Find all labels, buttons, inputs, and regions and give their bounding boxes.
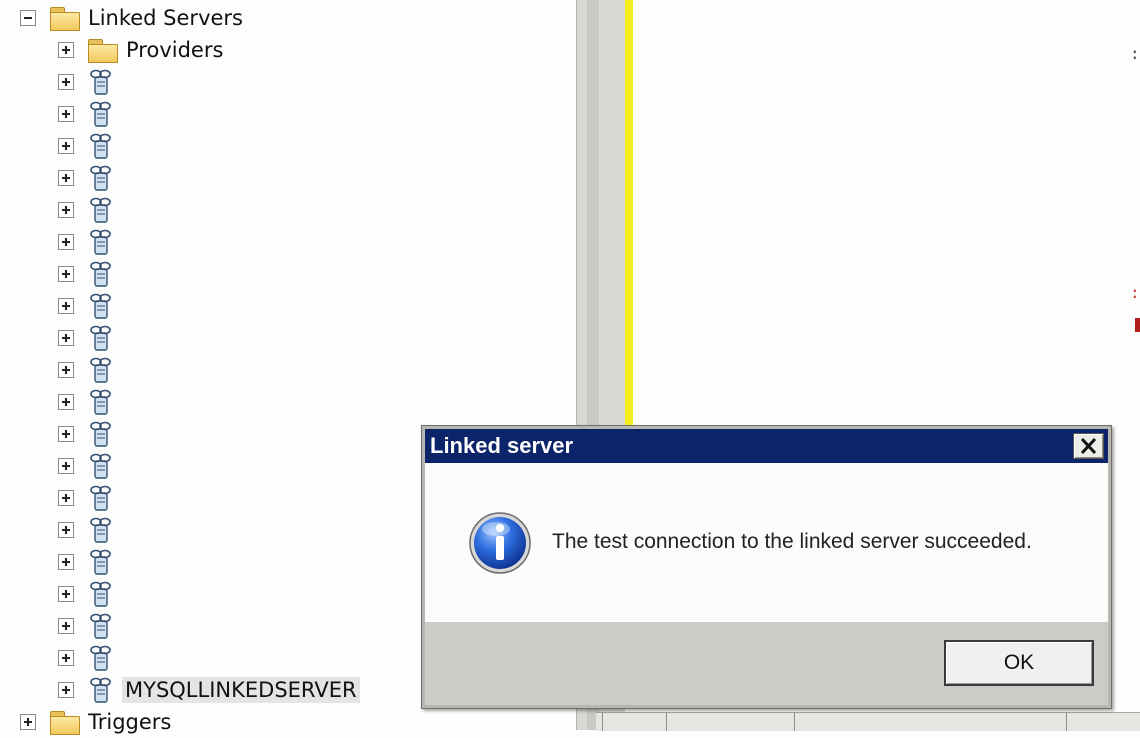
tree-node-linked-server[interactable] (58, 354, 122, 386)
expand-icon[interactable] (58, 170, 74, 186)
tree-node-linked-server[interactable] (58, 226, 122, 258)
folder-icon (50, 710, 80, 735)
linked-server-icon (88, 260, 114, 288)
linked-server-icon (88, 644, 114, 672)
ok-button[interactable]: OK (944, 640, 1094, 686)
linked-server-icon (88, 164, 114, 192)
linked-server-icon (88, 516, 114, 544)
tree-node-linked-server[interactable] (58, 514, 122, 546)
tree-node-label: Linked Servers (88, 6, 243, 30)
expand-icon[interactable] (58, 522, 74, 538)
tree-node-linked-server[interactable] (58, 98, 122, 130)
tree-node-linked-server[interactable] (58, 450, 122, 482)
tree-node-linked-server[interactable] (58, 66, 122, 98)
expand-icon[interactable] (58, 618, 74, 634)
expand-icon[interactable] (58, 42, 74, 58)
tree-node-linked-server[interactable] (58, 130, 122, 162)
expand-icon[interactable] (58, 362, 74, 378)
linked-server-icon (88, 548, 114, 576)
linked-server-icon (88, 676, 114, 704)
expand-icon[interactable] (58, 650, 74, 666)
editor-change-margin (625, 0, 633, 428)
grid-column-header[interactable] (602, 713, 667, 731)
linked-server-icon (88, 100, 114, 128)
grid-column-header[interactable] (794, 713, 1065, 731)
expand-icon[interactable] (58, 682, 74, 698)
tree-node-linked-server[interactable] (58, 162, 122, 194)
dialog-footer: OK (425, 622, 1108, 705)
linked-server-icon (88, 324, 114, 352)
linked-server-icon (88, 420, 114, 448)
linked-server-icon (88, 68, 114, 96)
grid-column-header[interactable] (666, 713, 795, 731)
tree-node-providers[interactable]: Providers (58, 34, 223, 66)
tree-node-triggers[interactable]: Triggers (20, 706, 171, 738)
linked-server-icon (88, 196, 114, 224)
close-button[interactable] (1073, 433, 1104, 459)
tree-node-linked-servers[interactable]: Linked Servers (20, 2, 243, 34)
info-icon (469, 512, 531, 574)
tree-node-linked-server[interactable] (58, 322, 122, 354)
collapse-icon[interactable] (20, 10, 36, 26)
editor-marker (1135, 318, 1140, 332)
expand-icon[interactable] (58, 458, 74, 474)
dialog-titlebar[interactable]: Linked server (425, 429, 1108, 463)
linked-server-icon (88, 388, 114, 416)
close-icon (1080, 437, 1097, 455)
linked-server-icon (88, 580, 114, 608)
expand-icon[interactable] (58, 266, 74, 282)
tree-node-label: Providers (126, 38, 224, 62)
expand-icon[interactable] (58, 330, 74, 346)
tree-node-label: Triggers (88, 710, 172, 734)
expand-icon[interactable] (58, 74, 74, 90)
expand-icon[interactable] (58, 106, 74, 122)
dialog-message: The test connection to the linked server… (552, 530, 1032, 553)
folder-icon (88, 38, 118, 63)
tree-node-linked-server[interactable] (58, 482, 122, 514)
expand-icon[interactable] (58, 202, 74, 218)
tree-node-linked-server[interactable] (58, 258, 122, 290)
dialog-title: Linked server (430, 433, 574, 458)
tree-node-linked-server[interactable] (58, 642, 122, 674)
tree-node-linked-server[interactable] (58, 578, 122, 610)
linked-server-dialog: Linked server The test connection to the… (421, 425, 1112, 709)
linked-server-icon (88, 356, 114, 384)
expand-icon[interactable] (58, 554, 74, 570)
expand-icon[interactable] (58, 490, 74, 506)
linked-server-icon (88, 228, 114, 256)
expand-icon[interactable] (58, 586, 74, 602)
tree-node-linked-server[interactable] (58, 386, 122, 418)
tree-node-linked-server[interactable] (58, 546, 122, 578)
tree-node-linked-server[interactable] (58, 418, 122, 450)
results-grid-header (596, 712, 1140, 731)
tree-node-linked-server[interactable] (58, 610, 122, 642)
linked-server-icon (88, 452, 114, 480)
editor-text-fragment: : (1130, 283, 1140, 302)
tree-node-mysqllinkedserver[interactable]: MYSQLLINKEDSERVER (58, 674, 360, 706)
expand-icon[interactable] (20, 714, 36, 730)
tree-node-label: MYSQLLINKEDSERVER (122, 677, 360, 703)
linked-server-icon (88, 292, 114, 320)
expand-icon[interactable] (58, 298, 74, 314)
expand-icon[interactable] (58, 426, 74, 442)
expand-icon[interactable] (58, 394, 74, 410)
folder-icon (50, 6, 80, 31)
linked-server-icon (88, 484, 114, 512)
editor-text-fragment: : (1130, 44, 1140, 63)
tree-node-linked-server[interactable] (58, 290, 122, 322)
dialog-content: The test connection to the linked server… (425, 463, 1108, 622)
expand-icon[interactable] (58, 234, 74, 250)
expand-icon[interactable] (58, 138, 74, 154)
linked-server-icon (88, 132, 114, 160)
grid-column-header[interactable] (1066, 713, 1140, 731)
tree-node-linked-server[interactable] (58, 194, 122, 226)
linked-server-icon (88, 612, 114, 640)
